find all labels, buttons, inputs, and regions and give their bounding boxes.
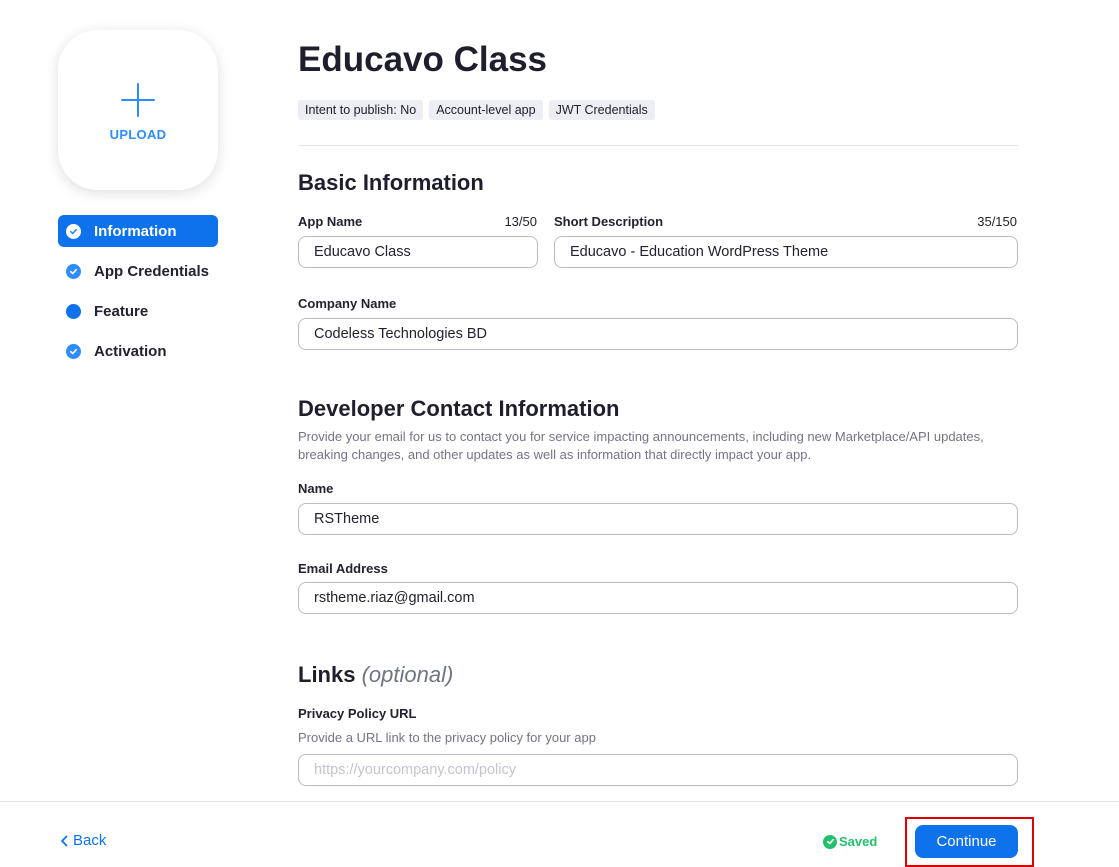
back-button[interactable]: Back	[60, 832, 106, 849]
page-title: Educavo Class	[298, 40, 547, 79]
privacy-policy-input[interactable]	[298, 754, 1018, 786]
divider	[298, 145, 1018, 146]
sidebar-item-label: App Credentials	[94, 262, 210, 280]
links-optional-label: (optional)	[361, 662, 454, 687]
continue-button[interactable]: Continue	[915, 825, 1018, 858]
upload-label: UPLOAD	[109, 126, 167, 142]
email-address-input[interactable]	[298, 582, 1018, 614]
upload-icon-button[interactable]: UPLOAD	[58, 30, 218, 190]
chevron-left-icon	[61, 835, 68, 846]
short-description-label: Short Description	[554, 214, 664, 229]
section-title-basic-information: Basic Information	[298, 170, 484, 195]
saved-status: Saved	[823, 834, 877, 849]
short-description-counter: 35/150	[977, 214, 1017, 229]
check-circle-icon	[66, 223, 81, 239]
sidebar-item-label: Information	[94, 222, 177, 240]
developer-contact-description: Provide your email for us to contact you…	[298, 429, 984, 462]
app-page: UPLOAD Information App Credentials Featu…	[0, 0, 1119, 867]
sidebar-item-label: Feature	[94, 302, 149, 320]
links-title: Links	[298, 662, 356, 687]
sidebar-item-information[interactable]: Information	[58, 215, 218, 247]
privacy-policy-label: Privacy Policy URL	[298, 706, 417, 721]
saved-label: Saved	[839, 834, 878, 849]
sidebar-item-label: Activation	[94, 342, 167, 360]
sidebar-item-activation[interactable]: Activation	[58, 335, 218, 367]
dot-icon	[66, 303, 81, 319]
check-circle-icon	[66, 343, 81, 359]
company-name-input[interactable]	[298, 318, 1018, 350]
check-circle-icon	[823, 834, 837, 849]
check-circle-icon	[66, 263, 81, 279]
app-tags: Intent to publish: No Account-level app …	[298, 100, 655, 120]
tag-intent-to-publish: Intent to publish: No	[298, 100, 424, 120]
short-description-input[interactable]	[554, 236, 1018, 268]
sidebar-item-feature[interactable]: Feature	[58, 295, 218, 327]
company-name-label: Company Name	[298, 296, 397, 311]
app-name-input[interactable]	[298, 236, 538, 268]
tag-account-level: Account-level app	[429, 100, 543, 120]
section-title-links: Links (optional)	[298, 662, 453, 688]
footer-bar: Back Saved Continue	[0, 801, 1119, 867]
plus-icon	[121, 82, 155, 117]
developer-name-input[interactable]	[298, 503, 1018, 535]
email-address-label: Email Address	[298, 561, 388, 576]
app-name-counter: 13/50	[504, 214, 537, 229]
sidebar-nav: Information App Credentials Feature Acti…	[58, 215, 218, 375]
developer-name-label: Name	[298, 481, 334, 496]
tag-jwt-credentials: JWT Credentials	[548, 100, 655, 120]
back-label: Back	[73, 832, 107, 849]
privacy-policy-description: Provide a URL link to the privacy policy…	[298, 730, 596, 745]
sidebar-item-app-credentials[interactable]: App Credentials	[58, 255, 218, 287]
section-title-developer-contact: Developer Contact Information	[298, 396, 620, 421]
app-name-label: App Name	[298, 214, 363, 229]
